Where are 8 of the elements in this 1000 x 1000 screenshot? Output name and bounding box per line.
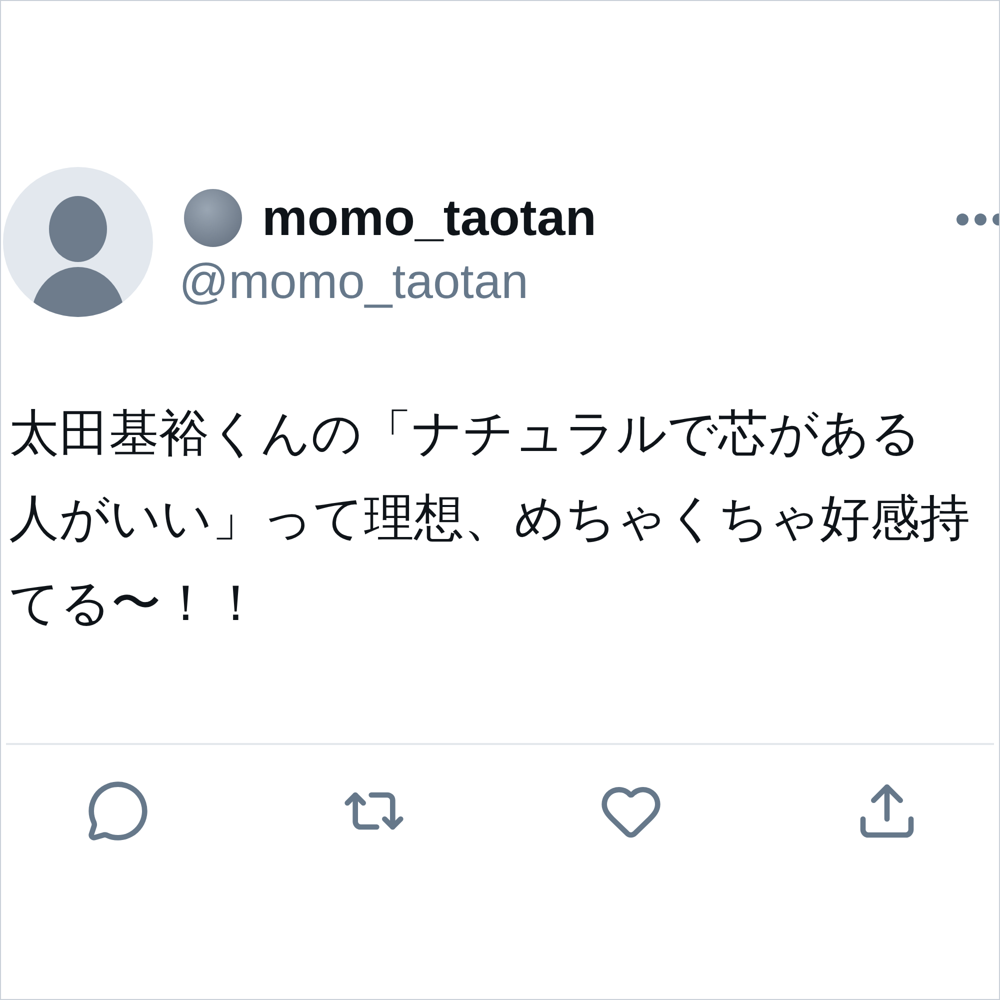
author-name: momo_taotan	[262, 189, 596, 247]
more-icon[interactable]	[956, 213, 999, 226]
post-text: 太田基裕くんの「ナチュラルで芯がある人がいい」って理想、めちゃくちゃ好感持てる〜！！	[9, 403, 971, 634]
circle-icon	[184, 189, 242, 247]
author-handle: @momo_taotan	[179, 255, 528, 309]
avatar-icon	[3, 167, 153, 317]
reply-button[interactable]	[86, 779, 150, 843]
speech-bubble-icon	[86, 779, 150, 843]
